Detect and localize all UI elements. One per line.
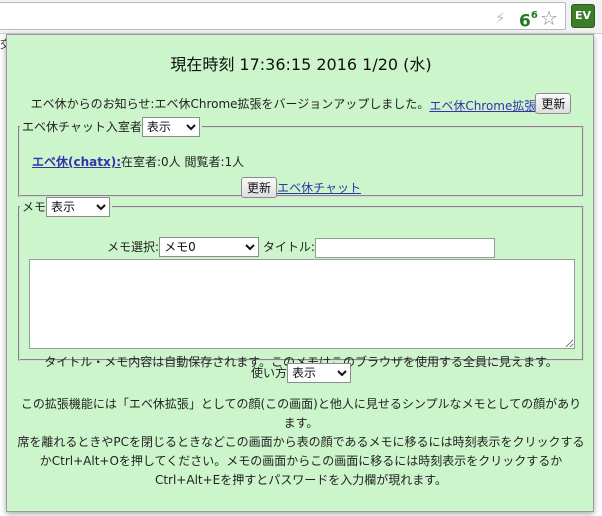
memo-legend: メモ 表示 [20,197,112,217]
chat-legend: エベ休チャット入室者 表示 [20,117,202,137]
memo-title-input[interactable] [314,237,495,258]
description-line-2: 席を離れるときやPCを閉じるときなどこの画面から表の顔であるメモに移るには時刻表… [17,435,585,487]
chat-room-link[interactable]: エベ休(chatx): [32,155,121,169]
usage-display-select[interactable]: 表示 [287,363,351,383]
memo-controls-row: メモ選択: メモ0 タイトル: [20,237,582,258]
usage-label: 使い方 [250,366,287,380]
notice-text: エベ休からのお知らせ:エベ休Chrome拡張をバージョンアップしました。 [30,97,430,111]
extension-icon[interactable]: EV [571,4,595,28]
lightning-bolt-icon[interactable]: ⚡ [495,10,509,26]
chat-counts: 在室者:0人 閲覧者:1人 [121,155,245,169]
memo-select-label: メモ選択: [107,240,160,254]
bookmark-star-icon[interactable]: ☆ [540,7,558,29]
extension-popup: 現在時刻 17:36:15 2016 1/20 (水) エベ休からのお知らせ:エ… [6,34,594,512]
address-bar[interactable]: ⚡ 66 ☆ [0,2,566,32]
chat-status: エベ休(chatx):在室者:0人 閲覧者:1人 [32,153,244,170]
memo-legend-label: メモ [22,200,47,214]
notice-link[interactable]: エベ休Chrome拡張 [429,97,535,114]
chat-actions: 更新 エベ休チャット [20,177,582,198]
memo-select[interactable]: メモ0 [159,237,260,257]
usage-row: 使い方 表示 [7,363,595,383]
chat-link[interactable]: エベ休チャット [277,181,361,195]
notification-badge[interactable]: 66 [519,8,538,32]
current-time-display[interactable]: 現在時刻 17:36:15 2016 1/20 (水) [7,51,595,75]
memo-title-label: タイトル: [262,240,315,254]
memo-display-select[interactable]: 表示 [46,197,111,217]
notice-line: エベ休からのお知らせ:エベ休Chrome拡張をバージョンアップしました。エベ休C… [7,93,595,114]
browser-toolbar: ⚡ 66 ☆ EV [0,0,602,34]
chat-display-select[interactable]: 表示 [141,117,200,137]
chat-refresh-button[interactable]: 更新 [241,177,278,198]
chat-attendees-section: エベ休チャット入室者 表示 エベ休(chatx):在室者:0人 閲覧者:1人 更新… [18,117,584,198]
chat-legend-label: エベ休チャット入室者 [22,120,142,134]
memo-section: メモ 表示 メモ選択: メモ0 タイトル: タイトル・メモ内容は自動保存されます。こ… [18,197,584,369]
notice-refresh-button[interactable]: 更新 [535,93,572,114]
description-line-1: この拡張機能には「エベ休拡張」としての顔(この画面)と他人に見せるシンプルなメモ… [20,397,582,430]
usage-description: この拡張機能には「エベ休拡張」としての顔(この画面)と他人に見せるシンプルなメモ… [15,395,587,490]
memo-content-textarea[interactable] [29,259,575,349]
